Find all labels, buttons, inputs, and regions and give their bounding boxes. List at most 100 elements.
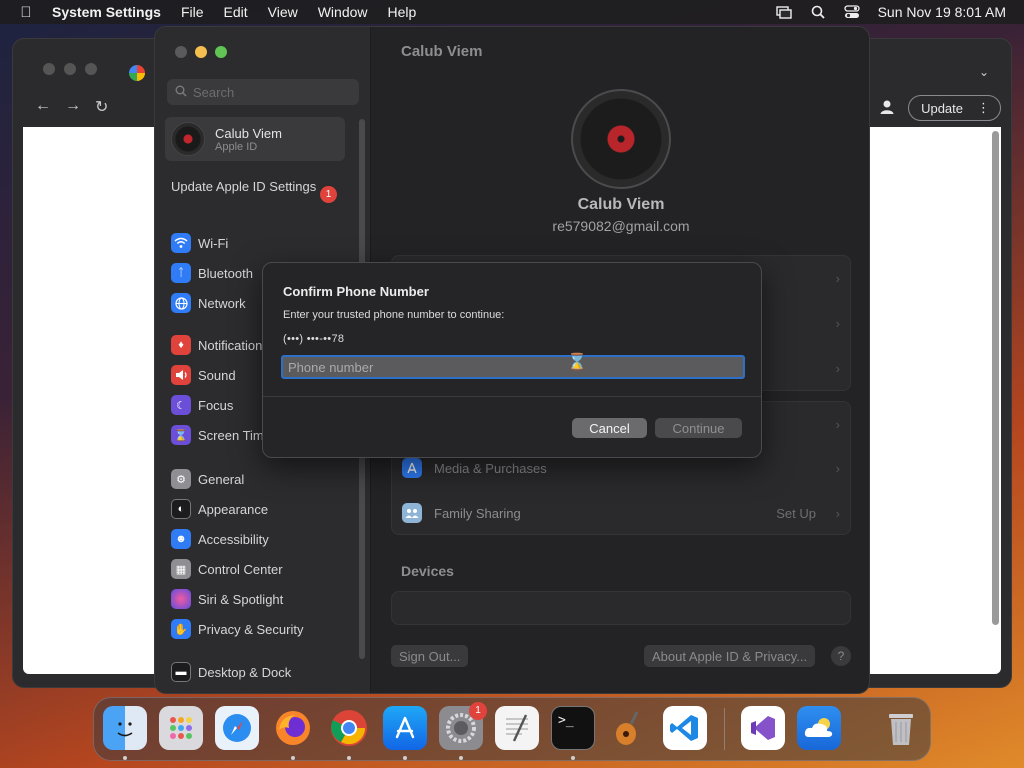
sidebar-item-siri-spotlight[interactable]: Siri & Spotlight (171, 588, 361, 610)
back-arrow-icon[interactable]: ← (35, 97, 51, 117)
sidebar-account[interactable]: Calub Viem Apple ID (165, 117, 345, 161)
chrome-update-button[interactable]: Update ⋮ (908, 95, 1001, 121)
sidebar-item-label: Focus (198, 397, 234, 413)
minimize-icon[interactable] (195, 46, 207, 58)
masked-phone-number: (•••) •••-••78 (283, 333, 345, 345)
settings-row-family-sharing[interactable]: Family Sharing Set Up › (402, 491, 842, 535)
sidebar-item-label: Appearance (198, 501, 269, 517)
running-indicator (459, 756, 463, 760)
sidebar-item-desktop-dock[interactable]: ▬ Desktop & Dock (171, 661, 361, 683)
tab-search-chevron-icon[interactable]: ⌄ (979, 65, 989, 79)
trash-icon[interactable] (879, 706, 923, 750)
sidebar-item-label: Privacy & Security (198, 621, 304, 637)
apple-menu-icon[interactable]:  (0, 4, 52, 21)
search-icon (175, 85, 187, 100)
search-placeholder: Search (193, 84, 235, 100)
running-indicator (403, 756, 407, 760)
launchpad-icon[interactable] (159, 706, 203, 750)
visual-studio-icon[interactable] (741, 706, 785, 750)
sidebar-item-accessibility[interactable]: ☻ Accessibility (171, 528, 361, 550)
sidebar-item-control-center[interactable]: ▦ Control Center (171, 558, 361, 580)
account-subtitle: Apple ID (215, 140, 258, 153)
google-tab-icon[interactable] (129, 65, 145, 81)
wifi-icon (171, 233, 191, 253)
bell-icon: ♦ (171, 335, 191, 355)
dialog-message: Enter your trusted phone number to conti… (283, 309, 505, 321)
devices-heading: Devices (401, 563, 454, 579)
kebab-menu-icon[interactable]: ⋮ (977, 100, 990, 116)
running-indicator (291, 756, 295, 760)
sidebar-item-label: Network (198, 295, 246, 311)
terminal-icon[interactable]: >_ (551, 706, 595, 750)
moon-icon: ☾ (171, 395, 191, 415)
account-name: Calub Viem (215, 125, 282, 141)
confirm-phone-dialog: Confirm Phone Number Enter your trusted … (262, 262, 762, 458)
textedit-icon[interactable] (495, 706, 539, 750)
cancel-button[interactable]: Cancel (572, 418, 647, 438)
chrome-icon[interactable] (327, 706, 371, 750)
chevron-right-icon: › (835, 360, 840, 376)
update-label: Update (921, 100, 963, 116)
sidebar-item-label: Siri & Spotlight (198, 591, 284, 607)
accessibility-icon: ☻ (171, 529, 191, 549)
profile-name: Calub Viem (577, 196, 665, 213)
control-center-icon[interactable] (843, 5, 860, 19)
sidebar-item-privacy-security[interactable]: ✋ Privacy & Security (171, 618, 361, 640)
profile-icon[interactable] (879, 99, 895, 115)
family-sharing-icon (402, 503, 422, 523)
sidebar-item-update-apple-id[interactable]: Update Apple ID Settings (171, 179, 341, 195)
zoom-icon[interactable] (85, 63, 97, 75)
bluetooth-icon: ᛏ (171, 263, 191, 283)
chrome-nav: ← → ↻ (35, 97, 108, 117)
sidebar-item-appearance[interactable]: ◐ Appearance (171, 498, 361, 520)
firefox-icon[interactable] (271, 706, 315, 750)
sidebar-item-label: Bluetooth (198, 265, 253, 281)
menu-file[interactable]: File (181, 4, 204, 20)
search-field[interactable]: Search (167, 79, 359, 105)
menu-window[interactable]: Window (318, 4, 368, 20)
devices-list (391, 591, 851, 625)
page-title: Calub Viem (401, 43, 483, 60)
sidebar-item-general[interactable]: ⚙ General (171, 468, 361, 490)
sidebar-item-label: Desktop & Dock (198, 664, 292, 680)
notification-badge: 1 (469, 702, 487, 720)
forward-arrow-icon[interactable]: → (65, 97, 81, 117)
update-badge: 1 (320, 186, 337, 203)
weather-icon[interactable] (797, 706, 841, 750)
settings-traffic-lights (175, 46, 227, 58)
close-icon[interactable] (175, 46, 187, 58)
hand-icon: ✋ (171, 619, 191, 639)
help-button[interactable]: ? (831, 646, 851, 666)
chevron-right-icon: › (835, 270, 840, 286)
menu-clock[interactable]: Sun Nov 19 8:01 AM (878, 4, 1006, 20)
reload-icon[interactable]: ↻ (95, 97, 108, 117)
finder-icon[interactable] (103, 706, 147, 750)
sidebar-item-label: General (198, 471, 245, 487)
row-label: Media & Purchases (434, 460, 547, 476)
about-apple-id-button[interactable]: About Apple ID & Privacy... (644, 645, 816, 667)
screen-mirroring-icon[interactable] (775, 5, 792, 19)
spotlight-search-icon[interactable] (810, 5, 826, 19)
minimize-icon[interactable] (64, 63, 76, 75)
sidebar-item-label: Screen Time (198, 427, 271, 443)
vscode-icon[interactable] (663, 706, 707, 750)
menu-app-name[interactable]: System Settings (52, 4, 161, 20)
phone-number-input[interactable] (281, 355, 745, 379)
menu-edit[interactable]: Edit (224, 4, 248, 20)
chrome-scrollbar[interactable] (992, 131, 999, 625)
continue-button[interactable]: Continue (655, 418, 742, 438)
garageband-icon[interactable] (607, 706, 651, 750)
chevron-right-icon: › (835, 460, 840, 476)
sign-out-button[interactable]: Sign Out... (391, 645, 469, 667)
sidebar-item-label: Notifications (198, 337, 269, 353)
profile-avatar[interactable] (571, 89, 671, 189)
safari-icon[interactable] (215, 706, 259, 750)
row-label: Family Sharing (434, 505, 521, 521)
close-icon[interactable] (43, 63, 55, 75)
menu-help[interactable]: Help (388, 4, 417, 20)
sidebar-item-label: Sound (198, 367, 236, 383)
menu-view[interactable]: View (268, 4, 298, 20)
zoom-icon[interactable] (215, 46, 227, 58)
app-store-icon[interactable] (383, 706, 427, 750)
sidebar-item-wifi[interactable]: Wi-Fi (171, 232, 361, 254)
